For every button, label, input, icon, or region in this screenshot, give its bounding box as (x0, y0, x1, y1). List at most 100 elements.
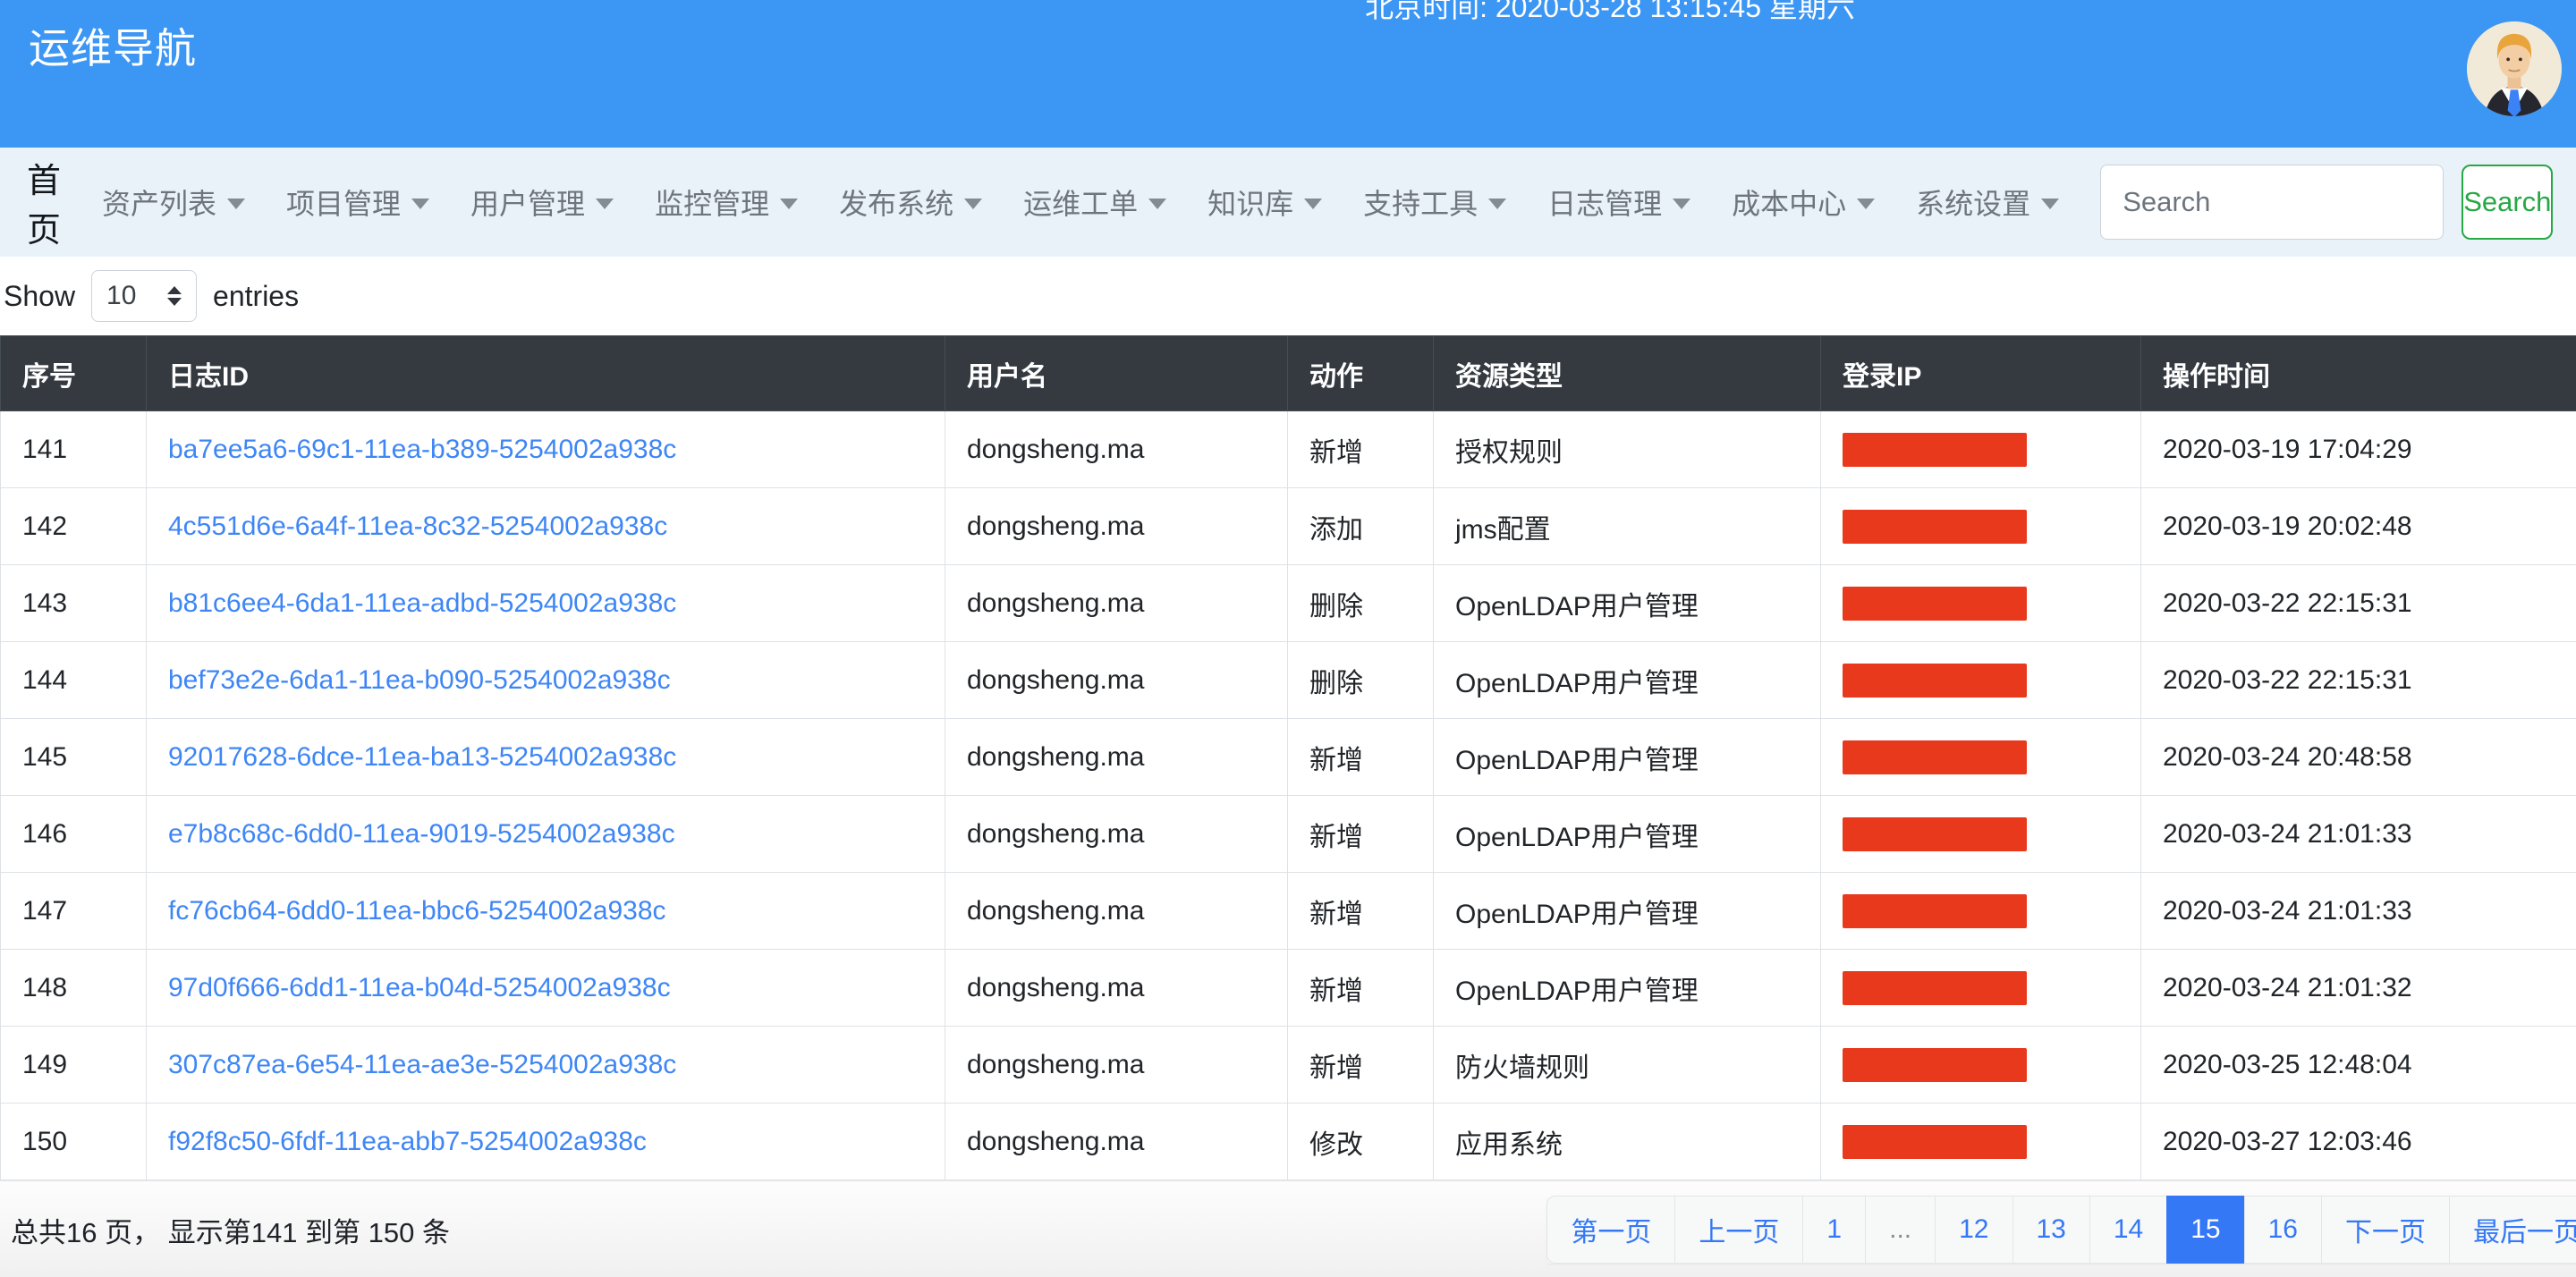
log-id-link[interactable]: ba7ee5a6-69c1-11ea-b389-5254002a938c (168, 435, 676, 464)
table-row: 143 b81c6ee4-6da1-11ea-adbd-5254002a938c… (1, 565, 2576, 642)
log-table-header: 序号日志ID用户名动作资源类型登录IP操作时间 (1, 336, 2576, 411)
page-button-current[interactable]: 15 (2166, 1196, 2244, 1264)
cell-login-ip (1821, 1027, 2141, 1104)
cell-seq: 148 (1, 950, 147, 1027)
cell-time: 2020-03-24 21:01:33 (2141, 796, 2576, 873)
page-button[interactable]: 第一页 (1546, 1196, 1675, 1264)
cell-resource: OpenLDAP用户管理 (1434, 950, 1821, 1027)
cell-user: dongsheng.ma (945, 488, 1288, 565)
search-button[interactable]: Search (2462, 165, 2553, 240)
cell-action: 新增 (1288, 950, 1434, 1027)
ip-redaction-block (1843, 817, 2027, 851)
cell-seq: 143 (1, 565, 147, 642)
entries-control: Show 10 entries (0, 257, 2576, 335)
table-row: 144 bef73e2e-6da1-11ea-b090-5254002a938c… (1, 642, 2576, 719)
log-table: 序号日志ID用户名动作资源类型登录IP操作时间 141 ba7ee5a6-69c… (0, 335, 2576, 1180)
table-row: 149 307c87ea-6e54-11ea-ae3e-5254002a938c… (1, 1027, 2576, 1104)
cell-resource: 应用系统 (1434, 1104, 1821, 1180)
cell-login-ip (1821, 565, 2141, 642)
nav-item-2[interactable]: 用户管理 (470, 182, 614, 223)
cell-action: 添加 (1288, 488, 1434, 565)
cell-action: 新增 (1288, 796, 1434, 873)
cell-log-id: 307c87ea-6e54-11ea-ae3e-5254002a938c (147, 1027, 945, 1104)
page-button[interactable]: 16 (2244, 1196, 2322, 1264)
search-input[interactable] (2100, 165, 2444, 240)
cell-seq: 141 (1, 411, 147, 488)
cell-resource: 防火墙规则 (1434, 1027, 1821, 1104)
ip-redaction-block (1843, 510, 2027, 544)
page-button[interactable]: ... (1865, 1196, 1936, 1264)
column-header: 序号 (1, 336, 147, 411)
page-button[interactable]: 13 (2012, 1196, 2090, 1264)
log-id-link[interactable]: 307c87ea-6e54-11ea-ae3e-5254002a938c (168, 1050, 676, 1079)
cell-login-ip (1821, 873, 2141, 950)
nav-item-7[interactable]: 支持工具 (1363, 182, 1506, 223)
cell-time: 2020-03-22 22:15:31 (2141, 642, 2576, 719)
cell-seq: 145 (1, 719, 147, 796)
chevron-down-icon (1857, 199, 1875, 209)
cell-login-ip (1821, 950, 2141, 1027)
cell-action: 新增 (1288, 1027, 1434, 1104)
ip-redaction-block (1843, 1048, 2027, 1082)
cell-time: 2020-03-24 21:01:33 (2141, 873, 2576, 950)
page-button[interactable]: 最后一页 (2449, 1196, 2576, 1264)
page-length-select[interactable]: 10 (91, 270, 197, 322)
nav-item-4[interactable]: 发布系统 (839, 182, 982, 223)
page-button[interactable]: 12 (1935, 1196, 2012, 1264)
nav-item-3[interactable]: 监控管理 (655, 182, 798, 223)
cell-resource: OpenLDAP用户管理 (1434, 796, 1821, 873)
cell-user: dongsheng.ma (945, 719, 1288, 796)
app-title: 运维导航 (29, 23, 197, 73)
column-header: 登录IP (1821, 336, 2141, 411)
page-button[interactable]: 下一页 (2321, 1196, 2450, 1264)
nav-item-6[interactable]: 知识库 (1208, 182, 1322, 223)
log-id-link[interactable]: 4c551d6e-6a4f-11ea-8c32-5254002a938c (168, 512, 667, 541)
cell-time: 2020-03-25 12:48:04 (2141, 1027, 2576, 1104)
entries-label: entries (213, 280, 299, 313)
user-avatar[interactable] (2467, 21, 2562, 116)
cell-user: dongsheng.ma (945, 411, 1288, 488)
beijing-time: 北京时间: 2020-03-28 13:15:45 星期六 (1365, 0, 1855, 25)
chevron-down-icon (1673, 199, 1690, 209)
nav-item-1[interactable]: 项目管理 (286, 182, 429, 223)
column-header: 资源类型 (1434, 336, 1821, 411)
log-id-link[interactable]: f92f8c50-6fdf-11ea-abb7-5254002a938c (168, 1127, 647, 1156)
nav-item-home[interactable]: 首页 (27, 153, 61, 251)
ip-redaction-block (1843, 664, 2027, 698)
table-row: 141 ba7ee5a6-69c1-11ea-b389-5254002a938c… (1, 411, 2576, 488)
chevron-down-icon (411, 199, 429, 209)
log-id-link[interactable]: 97d0f666-6dd1-11ea-b04d-5254002a938c (168, 973, 671, 1002)
nav-item-10[interactable]: 系统设置 (1916, 182, 2059, 223)
column-header: 动作 (1288, 336, 1434, 411)
chevron-down-icon (1148, 199, 1166, 209)
log-id-link[interactable]: fc76cb64-6dd0-11ea-bbc6-5254002a938c (168, 896, 666, 926)
cell-seq: 149 (1, 1027, 147, 1104)
nav-item-0[interactable]: 资产列表 (102, 182, 245, 223)
log-id-link[interactable]: e7b8c68c-6dd0-11ea-9019-5254002a938c (168, 819, 675, 849)
cell-user: dongsheng.ma (945, 642, 1288, 719)
page-button[interactable]: 上一页 (1674, 1196, 1803, 1264)
ip-redaction-block (1843, 587, 2027, 621)
cell-log-id: b81c6ee4-6da1-11ea-adbd-5254002a938c (147, 565, 945, 642)
top-header: 运维导航 北京时间: 2020-03-28 13:15:45 星期六 (0, 0, 2576, 148)
log-id-link[interactable]: bef73e2e-6da1-11ea-b090-5254002a938c (168, 665, 671, 695)
log-id-link[interactable]: 92017628-6dce-11ea-ba13-5254002a938c (168, 742, 676, 772)
pagination: 第一页上一页1...1213141516下一页最后一页 (1546, 1196, 2576, 1264)
page-button[interactable]: 14 (2089, 1196, 2167, 1264)
cell-action: 新增 (1288, 719, 1434, 796)
cell-user: dongsheng.ma (945, 1027, 1288, 1104)
cell-login-ip (1821, 719, 2141, 796)
cell-log-id: 4c551d6e-6a4f-11ea-8c32-5254002a938c (147, 488, 945, 565)
cell-time: 2020-03-19 20:02:48 (2141, 488, 2576, 565)
main-nav: 首页 资产列表 项目管理 用户管理 监控管理 发布系统 运维工单 知识库 支持工… (0, 148, 2576, 257)
cell-user: dongsheng.ma (945, 565, 1288, 642)
column-header: 日志ID (147, 336, 945, 411)
nav-item-8[interactable]: 日志管理 (1547, 182, 1690, 223)
table-row: 148 97d0f666-6dd1-11ea-b04d-5254002a938c… (1, 950, 2576, 1027)
nav-item-9[interactable]: 成本中心 (1732, 182, 1875, 223)
nav-item-5[interactable]: 运维工单 (1023, 182, 1166, 223)
page-button[interactable]: 1 (1802, 1196, 1866, 1264)
log-id-link[interactable]: b81c6ee4-6da1-11ea-adbd-5254002a938c (168, 588, 676, 618)
table-row: 147 fc76cb64-6dd0-11ea-bbc6-5254002a938c… (1, 873, 2576, 950)
cell-login-ip (1821, 642, 2141, 719)
